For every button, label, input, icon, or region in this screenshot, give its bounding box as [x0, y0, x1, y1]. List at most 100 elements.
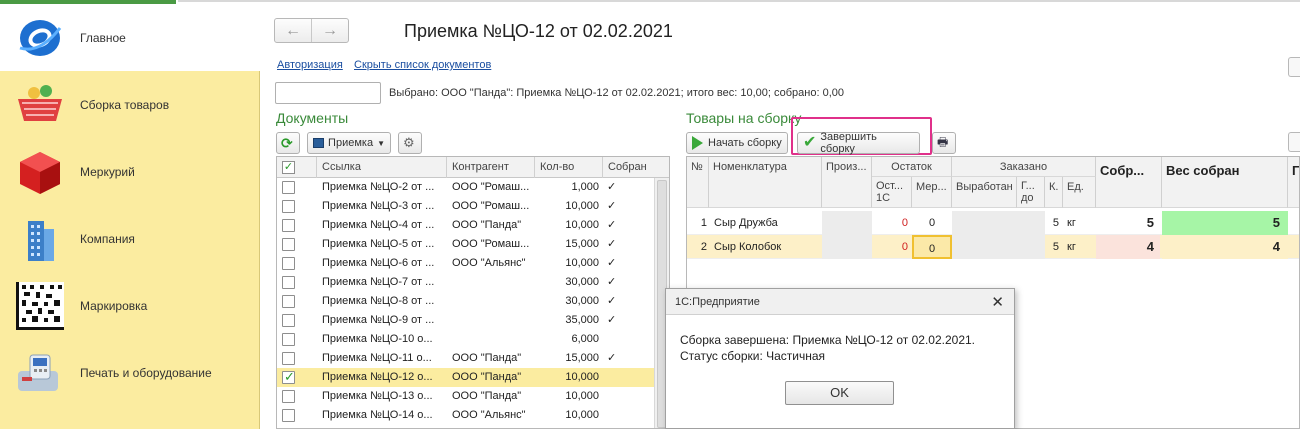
- table-row[interactable]: 1 Сыр Дружба 0 0 5 кг 5 5: [687, 211, 1299, 235]
- sidebar-item-mercury[interactable]: Меркурий: [0, 138, 260, 205]
- table-row[interactable]: Приемка №ЦО-11 о... ООО "Панда" 15,000 ✓: [277, 349, 655, 368]
- table-row[interactable]: Приемка №ЦО-9 от ... 35,000 ✓: [277, 311, 655, 330]
- goods-producer: [822, 211, 872, 235]
- sidebar-item-goods-assembly[interactable]: Сборка товаров: [0, 71, 260, 138]
- doc-link[interactable]: Приемка №ЦО-2 от ...: [322, 178, 444, 197]
- doc-link[interactable]: Приемка №ЦО-9 от ...: [322, 311, 444, 330]
- goods-header: № Номенклатура Произ... Остаток Ост... 1…: [687, 157, 1299, 208]
- col-producer[interactable]: Произ...: [822, 157, 872, 208]
- table-row[interactable]: Приемка №ЦО-5 от ... ООО "Ромаш... 15,000 ✓: [277, 235, 655, 254]
- col-num[interactable]: №: [687, 157, 709, 208]
- table-row[interactable]: Приемка №ЦО-13 о... ООО "Панда" 10,000: [277, 387, 655, 406]
- basket-icon: [14, 81, 66, 129]
- col-unit[interactable]: Ед.: [1063, 177, 1096, 208]
- doc-qty: 35,000: [565, 314, 599, 326]
- doc-link[interactable]: Приемка №ЦО-11 о...: [322, 349, 444, 368]
- goods-rem-mer[interactable]: 0: [912, 235, 952, 259]
- table-row[interactable]: Приемка №ЦО-3 от ... ООО "Ромаш... 10,000 ✓: [277, 197, 655, 216]
- settings-button[interactable]: ⚙: [398, 132, 422, 154]
- finish-assembly-button[interactable]: ✔ Завершить сборку: [797, 131, 920, 155]
- col-link[interactable]: Ссылка: [317, 157, 447, 178]
- table-row[interactable]: 2 Сыр Колобок 0 0 5 кг 4 4: [687, 235, 1299, 259]
- doc-link[interactable]: Приемка №ЦО-8 от ...: [322, 292, 444, 311]
- row-checkbox[interactable]: [282, 409, 295, 422]
- goods-num: 1: [700, 217, 707, 229]
- goods-collected[interactable]: 4: [1096, 235, 1160, 259]
- col-weight-collected[interactable]: Вес собран: [1162, 157, 1288, 208]
- documents-header: ✓ Ссылка Контрагент Кол-во Собран: [277, 157, 669, 178]
- table-row[interactable]: ✓ Приемка №ЦО-12 о... ООО "Панда" 10,000: [277, 368, 655, 387]
- col-remainder-1c[interactable]: Ост... 1С: [872, 177, 912, 208]
- col-done[interactable]: Собран: [603, 157, 655, 178]
- dialog-titlebar: 1С:Предприятие ✕: [666, 289, 1014, 315]
- col-remainder-mer[interactable]: Мер...: [912, 177, 952, 208]
- goods-rem-mer[interactable]: 0: [912, 211, 952, 235]
- doc-link[interactable]: Приемка №ЦО-5 от ...: [322, 235, 444, 254]
- goods-rem-1c: 0: [901, 241, 908, 253]
- ok-button[interactable]: OK: [785, 381, 894, 405]
- row-checkbox[interactable]: [282, 200, 295, 213]
- doc-link[interactable]: Приемка №ЦО-4 от ...: [322, 216, 444, 235]
- goods-unit: кг: [1067, 241, 1076, 253]
- row-checkbox[interactable]: [282, 314, 295, 327]
- table-row[interactable]: Приемка №ЦО-10 о... 6,000: [277, 330, 655, 349]
- col-good-until[interactable]: Г... до: [1017, 177, 1045, 208]
- hide-docs-link[interactable]: Скрыть список документов: [354, 59, 491, 71]
- close-icon[interactable]: ✕: [991, 293, 1004, 311]
- table-row[interactable]: Приемка №ЦО-8 от ... 30,000 ✓: [277, 292, 655, 311]
- row-checkbox[interactable]: [282, 295, 295, 308]
- col-collected[interactable]: Собр...: [1096, 157, 1162, 208]
- row-checkbox[interactable]: [282, 390, 295, 403]
- doc-link[interactable]: Приемка №ЦО-7 от ...: [322, 273, 444, 292]
- doc-contractor: ООО "Ромаш...: [452, 238, 530, 250]
- filter-input[interactable]: [275, 82, 381, 104]
- col-extra[interactable]: Г: [1288, 157, 1299, 208]
- row-checkbox[interactable]: [282, 352, 295, 365]
- doc-link[interactable]: Приемка №ЦО-12 о...: [322, 368, 444, 387]
- col-qty[interactable]: Кол-во: [535, 157, 603, 178]
- start-assembly-button[interactable]: Начать сборку: [686, 132, 788, 154]
- doc-type-select[interactable]: Приемка ▼: [307, 132, 391, 154]
- sidebar-item-main[interactable]: Главное: [0, 4, 260, 71]
- sidebar-item-marking[interactable]: Маркировка: [0, 272, 260, 339]
- print-button[interactable]: 🖶: [932, 132, 956, 154]
- back-button[interactable]: ←: [275, 19, 311, 42]
- doc-link[interactable]: Приемка №ЦО-13 о...: [322, 387, 444, 406]
- row-checkbox[interactable]: ✓: [282, 369, 295, 384]
- right-panel-button[interactable]: [1288, 57, 1300, 77]
- col-k[interactable]: К.: [1045, 177, 1063, 208]
- refresh-button[interactable]: ⟳: [276, 132, 300, 154]
- col-contractor[interactable]: Контрагент: [447, 157, 535, 178]
- sidebar-item-print[interactable]: Печать и оборудование: [0, 339, 260, 406]
- row-checkbox[interactable]: [282, 333, 295, 346]
- goods-weight[interactable]: 4: [1162, 235, 1288, 259]
- doc-contractor: [452, 330, 534, 349]
- goods-weight[interactable]: 5: [1162, 211, 1288, 235]
- table-row[interactable]: Приемка №ЦО-4 от ... ООО "Панда" 10,000 ✓: [277, 216, 655, 235]
- row-checkbox[interactable]: [282, 181, 295, 194]
- auth-link[interactable]: Авторизация: [277, 59, 343, 71]
- row-checkbox[interactable]: [282, 276, 295, 289]
- table-row[interactable]: Приемка №ЦО-6 от ... ООО "Альянс" 10,000 ✓: [277, 254, 655, 273]
- row-checkbox[interactable]: [282, 219, 295, 232]
- table-row[interactable]: Приемка №ЦО-2 от ... ООО "Ромаш... 1,000 ✓: [277, 178, 655, 197]
- right-panel-button-2[interactable]: [1288, 132, 1300, 152]
- row-checkbox[interactable]: [282, 257, 295, 270]
- goods-collected[interactable]: 5: [1096, 211, 1160, 235]
- check-all[interactable]: ✓: [277, 157, 317, 178]
- table-row[interactable]: Приемка №ЦО-14 о... ООО "Альянс" 10,000: [277, 406, 655, 425]
- col-nomenclature[interactable]: Номенклатура: [709, 157, 822, 208]
- row-checkbox[interactable]: [282, 238, 295, 251]
- doc-link[interactable]: Приемка №ЦО-6 от ...: [322, 254, 444, 273]
- forward-button[interactable]: →: [311, 19, 348, 42]
- doc-link[interactable]: Приемка №ЦО-3 от ...: [322, 197, 444, 216]
- col-remainder: Остаток: [872, 157, 952, 177]
- col-produced[interactable]: Выработан: [952, 177, 1017, 208]
- table-row[interactable]: Приемка №ЦО-7 от ... 30,000 ✓: [277, 273, 655, 292]
- doc-link[interactable]: Приемка №ЦО-10 о...: [322, 330, 444, 349]
- sidebar-item-company[interactable]: Компания: [0, 205, 260, 272]
- doc-contractor: [452, 292, 534, 311]
- dialog-message-line1: Сборка завершена: Приемка №ЦО-12 от 02.0…: [680, 333, 976, 347]
- doc-link[interactable]: Приемка №ЦО-14 о...: [322, 406, 444, 425]
- doc-qty: 10,000: [565, 257, 599, 269]
